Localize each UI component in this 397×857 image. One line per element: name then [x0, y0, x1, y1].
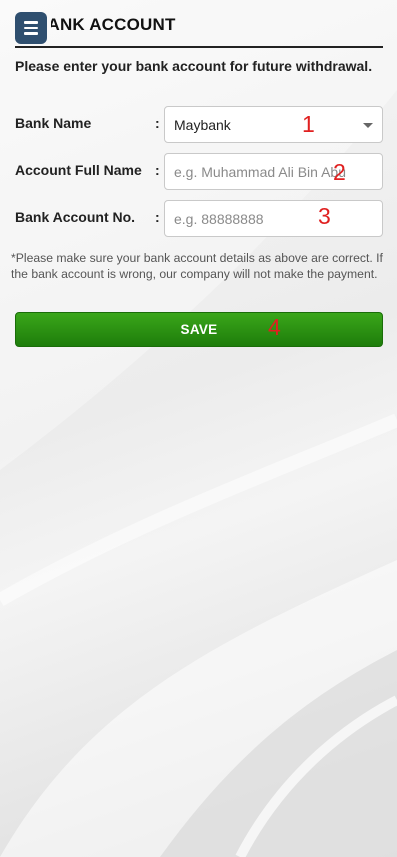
- bank-account-no-input[interactable]: [164, 200, 383, 237]
- hamburger-menu-icon[interactable]: [15, 12, 47, 44]
- page-header: BANK ACCOUNT: [15, 12, 383, 48]
- page-title: BANK ACCOUNT: [35, 15, 176, 34]
- annotation-marker-3: 3: [318, 203, 331, 229]
- bank-name-colon: :: [155, 115, 160, 131]
- bank-name-label: Bank Name: [15, 115, 92, 131]
- annotation-marker-4: 4: [268, 314, 281, 340]
- bank-name-row: Bank Name : Maybank: [15, 106, 383, 143]
- account-full-name-label: Account Full Name: [15, 162, 142, 178]
- bank-name-select[interactable]: Maybank: [164, 106, 383, 143]
- chevron-down-icon: [363, 123, 373, 128]
- bank-account-no-colon: :: [155, 209, 160, 225]
- account-full-name-colon: :: [155, 162, 160, 178]
- bank-name-value: Maybank: [174, 116, 231, 133]
- annotation-marker-2: 2: [333, 159, 346, 185]
- save-button[interactable]: SAVE: [15, 312, 383, 347]
- bank-account-no-label: Bank Account No.: [15, 209, 136, 225]
- account-full-name-input[interactable]: [164, 153, 383, 190]
- annotation-marker-1: 1: [302, 111, 315, 137]
- disclaimer-note: *Please make sure your bank account deta…: [11, 251, 383, 281]
- intro-text: Please enter your bank account for futur…: [15, 58, 373, 74]
- account-full-name-row: Account Full Name :: [15, 153, 383, 190]
